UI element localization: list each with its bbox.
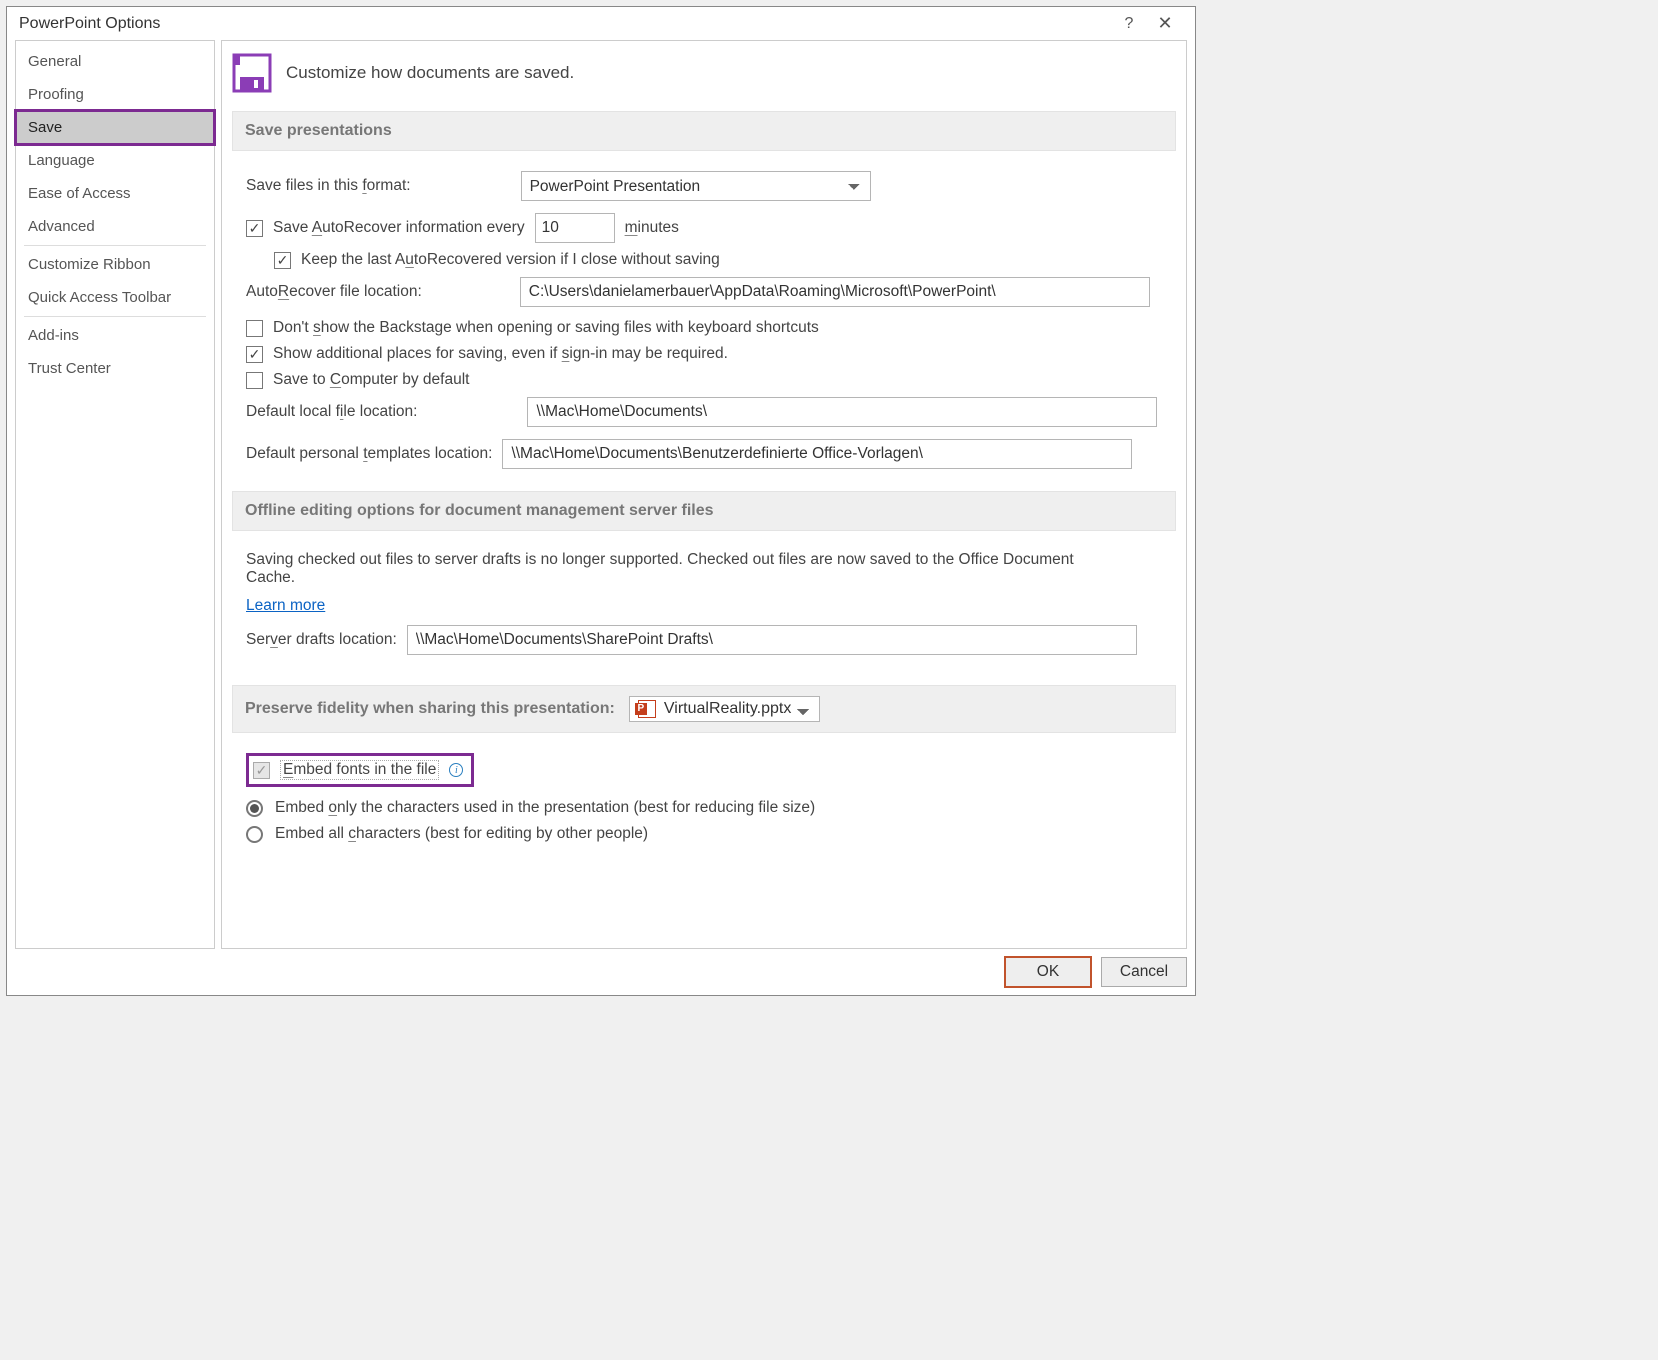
server-drafts-input[interactable] [407, 625, 1137, 655]
save-to-computer-label: Save to Computer by default [273, 371, 469, 389]
sidebar-item-ease-of-access[interactable]: Ease of Access [16, 177, 214, 210]
embed-fonts-highlight: Embed fonts in the file i [246, 753, 474, 787]
embed-all-radio[interactable] [246, 826, 263, 843]
format-label: Save files in this format: [246, 177, 411, 195]
window-title: PowerPoint Options [19, 15, 160, 33]
pptx-file-icon [638, 700, 656, 718]
embed-fonts-checkbox[interactable] [253, 762, 270, 779]
section-save-presentations: Save presentations [232, 111, 1176, 151]
show-additional-places-label: Show additional places for saving, even … [273, 345, 728, 363]
default-local-label: Default local file location: [246, 403, 417, 421]
sidebar-item-save[interactable]: Save [16, 111, 214, 144]
section-offline-editing: Offline editing options for document man… [232, 491, 1176, 531]
save-floppy-icon [232, 53, 272, 93]
embed-all-label: Embed all characters (best for editing b… [275, 825, 648, 843]
autorecover-minutes-input[interactable] [535, 213, 615, 243]
ok-button[interactable]: OK [1005, 957, 1091, 987]
sidebar-item-proofing[interactable]: Proofing [16, 78, 214, 111]
dont-show-backstage-checkbox[interactable] [246, 320, 263, 337]
embed-only-used-radio[interactable] [246, 800, 263, 817]
titlebar: PowerPoint Options ? ✕ [7, 7, 1195, 40]
help-icon[interactable]: ? [1111, 15, 1147, 33]
embed-only-used-label: Embed only the characters used in the pr… [275, 799, 815, 817]
sidebar-item-addins[interactable]: Add-ins [16, 319, 214, 352]
keep-last-label: Keep the last AutoRecovered version if I… [301, 251, 720, 269]
dialog-footer: OK Cancel [7, 949, 1195, 995]
options-sidebar: General Proofing Save Language Ease of A… [15, 40, 215, 949]
offline-note: Saving checked out files to server draft… [246, 551, 1126, 587]
keep-last-checkbox[interactable] [274, 252, 291, 269]
autorecover-location-label: AutoRecover file location: [246, 283, 422, 301]
default-templates-label: Default personal templates location: [246, 445, 492, 463]
sidebar-item-language[interactable]: Language [16, 144, 214, 177]
embed-fonts-label: Embed fonts in the file [280, 760, 439, 780]
show-additional-places-checkbox[interactable] [246, 346, 263, 363]
sidebar-item-advanced[interactable]: Advanced [16, 210, 214, 243]
autorecover-location-input[interactable] [520, 277, 1150, 307]
save-to-computer-checkbox[interactable] [246, 372, 263, 389]
default-templates-input[interactable] [502, 439, 1132, 469]
autorecover-label: Save AutoRecover information every [273, 219, 525, 237]
close-icon[interactable]: ✕ [1147, 13, 1183, 34]
server-drafts-label: Server drafts location: [246, 631, 397, 649]
autorecover-checkbox[interactable] [246, 220, 263, 237]
learn-more-link[interactable]: Learn more [246, 597, 325, 614]
sidebar-item-trust-center[interactable]: Trust Center [16, 352, 214, 385]
page-title: Customize how documents are saved. [286, 63, 574, 83]
info-icon[interactable]: i [449, 763, 463, 777]
minutes-label: minutes [625, 219, 679, 237]
options-main-pane: Customize how documents are saved. Save … [221, 40, 1187, 949]
presentation-filename: VirtualReality.pptx [664, 700, 791, 718]
dont-show-backstage-label: Don't show the Backstage when opening or… [273, 319, 819, 337]
options-dialog: PowerPoint Options ? ✕ General Proofing … [6, 6, 1196, 996]
sidebar-item-general[interactable]: General [16, 45, 214, 78]
section-preserve-fidelity: Preserve fidelity when sharing this pres… [232, 685, 1176, 733]
sidebar-item-customize-ribbon[interactable]: Customize Ribbon [16, 248, 214, 281]
preserve-fidelity-label: Preserve fidelity when sharing this pres… [245, 700, 615, 718]
sidebar-item-qat[interactable]: Quick Access Toolbar [16, 281, 214, 314]
presentation-select[interactable]: VirtualReality.pptx [629, 696, 820, 722]
cancel-button[interactable]: Cancel [1101, 957, 1187, 987]
save-format-select[interactable]: PowerPoint Presentation [521, 171, 871, 201]
default-local-input[interactable] [527, 397, 1157, 427]
